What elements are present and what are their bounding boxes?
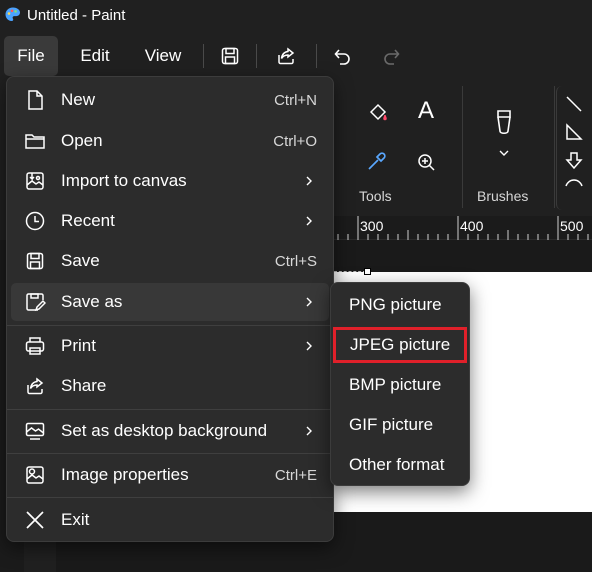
desktop-background-icon [24,420,46,442]
text-icon[interactable]: A [412,96,440,126]
view-menu-button[interactable]: View [132,36,194,76]
import-image-icon [24,170,46,192]
redo-icon[interactable] [376,40,408,72]
submenu-item-label: Other format [349,455,445,474]
paint-palette-icon [4,6,22,24]
save-as-submenu: PNG picture JPEG picture BMP picture GIF… [330,282,470,486]
save-icon[interactable] [214,40,246,72]
chevron-down-icon[interactable] [497,146,511,160]
file-menu: New Ctrl+N Open Ctrl+O Import to canvas … [6,76,334,542]
ribbon: A Tools Brushes [334,78,592,216]
canvas-resize-handle[interactable] [364,268,371,275]
share-icon[interactable] [270,40,302,72]
shortcut-label: Ctrl+N [274,91,317,109]
line-icon[interactable] [562,92,586,116]
arrow-icon[interactable] [562,148,586,172]
menu-item-label: Exit [61,510,90,529]
menu-item-share[interactable]: Share [11,367,329,405]
shortcut-label: Ctrl+S [274,252,317,270]
menu-item-exit[interactable]: Exit [11,501,329,539]
menu-item-label: Save [61,251,100,270]
menu-divider [7,409,333,410]
horizontal-ruler: 300 400 500 [334,216,592,240]
menu-item-label: Image properties [61,465,189,484]
submenu-item-label: PNG picture [349,295,442,314]
title-bar: Untitled - Paint [0,0,592,30]
close-icon [24,509,46,531]
menu-item-new[interactable]: New Ctrl+N [11,81,329,119]
menu-item-label: Recent [61,211,115,230]
submenu-item-jpeg[interactable]: JPEG picture [333,327,467,363]
menu-item-label: Import to canvas [61,171,187,190]
window-title: Untitled - Paint [27,6,126,24]
menu-bar: File Edit View [0,34,592,78]
color-picker-icon[interactable] [362,148,390,176]
save-as-icon [24,291,46,313]
submenu-item-label: JPEG picture [350,335,451,354]
toolbar-divider [203,44,204,68]
menu-item-recent[interactable]: Recent [11,202,329,240]
chevron-right-icon [303,296,315,308]
shortcut-label: Ctrl+O [273,132,317,150]
folder-icon [24,130,46,152]
menu-item-save[interactable]: Save Ctrl+S [11,242,329,280]
menu-item-label: Open [61,131,103,150]
share-icon [24,375,46,397]
ruler-mark: 300 [360,218,384,234]
toolbar-divider [256,44,257,68]
menu-item-label: Share [61,376,107,395]
new-file-icon [24,89,46,111]
menu-divider [7,325,333,326]
chevron-right-icon [303,425,315,437]
shortcut-label: Ctrl+E [274,466,317,484]
image-properties-icon [24,464,46,486]
chevron-right-icon [303,215,315,227]
save-icon [24,250,46,272]
magnifier-icon[interactable] [412,148,440,176]
menu-item-print[interactable]: Print [11,327,329,365]
menu-item-label: Print [61,336,96,355]
submenu-item-bmp[interactable]: BMP picture [335,367,465,403]
submenu-item-gif[interactable]: GIF picture [335,407,465,443]
menu-divider [7,453,333,454]
menu-item-label: Set as desktop background [61,421,268,440]
menu-item-label: Save as [61,292,123,311]
submenu-item-png[interactable]: PNG picture [335,287,465,323]
curve-icon[interactable] [562,174,586,190]
ruler-mark: 400 [460,218,484,234]
toolbar-divider [316,44,317,68]
ruler-mark: 500 [560,218,584,234]
menu-item-image-properties[interactable]: Image properties Ctrl+E [11,456,329,494]
chevron-right-icon [303,340,315,352]
edit-menu-button[interactable]: Edit [64,36,126,76]
file-menu-button[interactable]: File [4,36,58,76]
tools-group-label: Tools [359,188,392,204]
menu-item-save-as[interactable]: Save as [11,283,329,321]
canvas-selection-border [334,271,366,272]
menu-divider [7,497,333,498]
submenu-item-label: GIF picture [349,415,434,434]
menu-item-open[interactable]: Open Ctrl+O [11,122,329,160]
chevron-right-icon [303,175,315,187]
undo-icon[interactable] [326,40,358,72]
menu-item-import-to-canvas[interactable]: Import to canvas [11,162,329,200]
fill-bucket-icon[interactable] [364,98,392,126]
printer-icon [24,335,46,357]
ribbon-divider [554,86,555,208]
menu-item-set-as-desktop-background[interactable]: Set as desktop background [11,412,329,450]
ribbon-divider [462,86,463,208]
menu-item-label: New [61,90,96,109]
submenu-item-other-format[interactable]: Other format [335,447,465,483]
brushes-group-label: Brushes [477,188,529,204]
clock-icon [24,210,46,232]
triangle-icon[interactable] [562,120,586,144]
submenu-item-label: BMP picture [349,375,442,394]
brush-icon[interactable] [490,106,518,142]
